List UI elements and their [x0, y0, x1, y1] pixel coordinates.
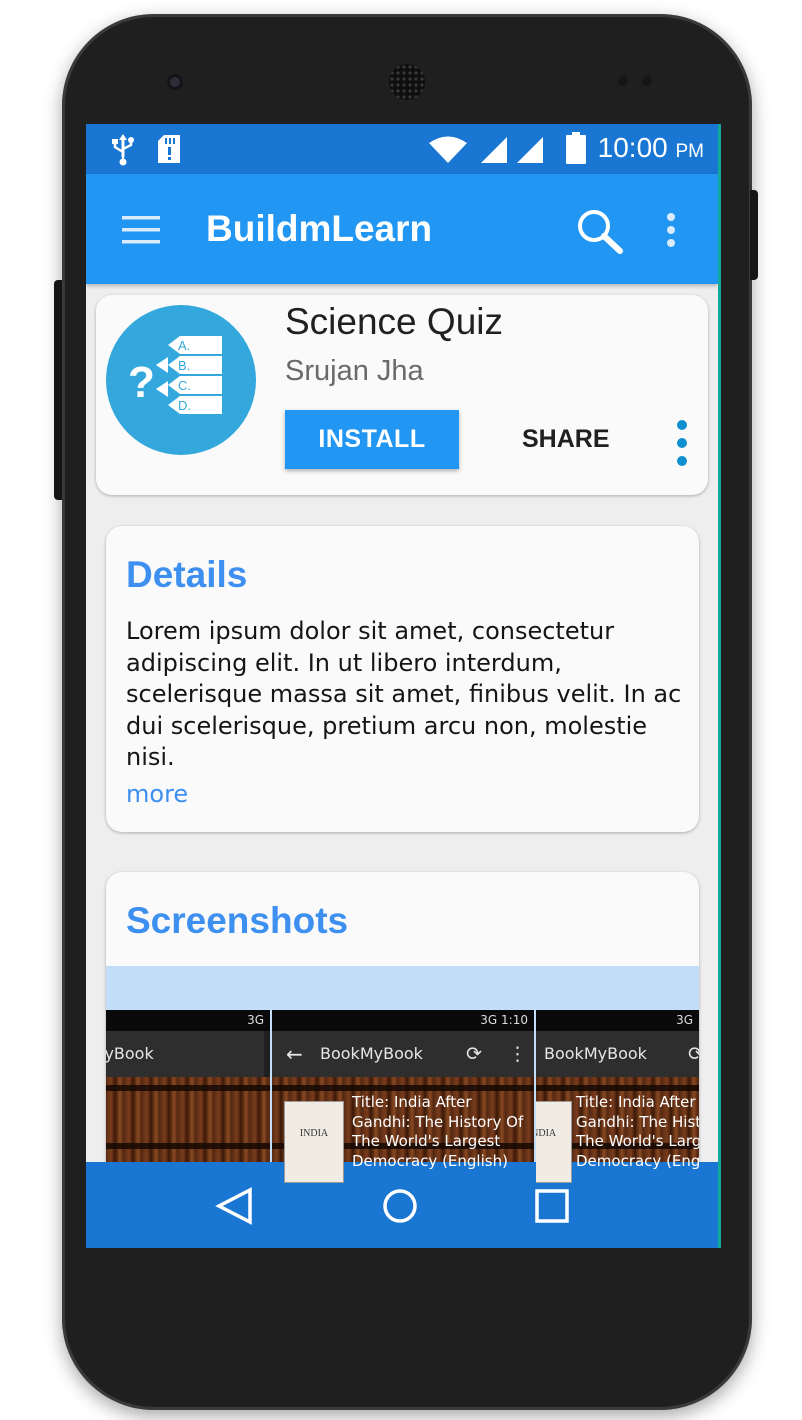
screen: 10:00 PM BuildmLearn ? A. B. C. D. Scien… — [86, 124, 718, 1248]
screenshot-toolbar-title: lyBook — [106, 1044, 154, 1063]
signal-icon — [481, 137, 507, 163]
screenshot-status: 3G — [536, 1010, 699, 1031]
volume-rocker — [54, 280, 62, 500]
logo-label-c: C. — [178, 378, 191, 393]
app-author: Srujan Jha — [285, 355, 424, 387]
logo-label-a: A. — [178, 338, 190, 353]
clock: 10:00 PM — [598, 132, 704, 164]
install-button[interactable]: INSTALL — [285, 410, 459, 469]
book-info-text: Title: India After Gandhi: The Histo The… — [576, 1093, 699, 1170]
clock-ampm: PM — [675, 141, 705, 162]
screen-edge — [718, 124, 721, 1248]
power-button — [750, 190, 758, 280]
proximity-sensor — [618, 76, 628, 86]
sd-card-icon — [158, 135, 180, 163]
navigation-bar — [86, 1162, 718, 1248]
signal-icon — [517, 137, 543, 163]
details-body: Lorem ipsum dolor sit amet, consectetur … — [126, 617, 682, 771]
logo-label-d: D. — [178, 398, 191, 413]
search-icon[interactable] — [576, 208, 624, 254]
screenshot-toolbar: ← BookMyBook ⟳ ⋮ — [272, 1031, 534, 1077]
card-overflow-icon[interactable] — [676, 419, 688, 469]
screenshot-toolbar: lyBook — [106, 1031, 264, 1077]
share-button[interactable]: SHARE — [522, 425, 610, 454]
refresh-icon: ⟳ — [466, 1043, 482, 1065]
svg-text:?: ? — [128, 358, 155, 407]
screenshot-status: 3G — [106, 1010, 270, 1031]
home-icon[interactable] — [381, 1187, 419, 1225]
app-name: Science Quiz — [285, 301, 503, 342]
quiz-logo-icon: ? A. B. C. D. — [128, 336, 222, 414]
screenshot-toolbar-title: BookMyBook — [320, 1044, 423, 1063]
battery-icon — [566, 132, 586, 164]
overflow-menu-icon[interactable] — [664, 212, 678, 248]
clock-time: 10:00 — [597, 132, 668, 163]
logo-label-b: B. — [178, 358, 190, 373]
screenshot-toolbar: BookMyBook ⟳ — [536, 1031, 699, 1077]
more-link[interactable]: more — [126, 780, 188, 808]
refresh-icon: ⟳ — [688, 1043, 699, 1065]
book-cover-image: INDIA — [284, 1101, 344, 1183]
screenshot-status: 3G 1:10 — [272, 1010, 534, 1031]
app-title: BuildmLearn — [206, 208, 433, 249]
book-info-text: Title: India After Gandhi: The History O… — [352, 1093, 524, 1170]
overflow-menu-icon: ⋮ — [508, 1043, 527, 1065]
status-bar: 10:00 PM — [86, 124, 718, 174]
screenshots-title: Screenshots — [126, 900, 349, 941]
details-title: Details — [126, 554, 248, 595]
back-icon[interactable] — [214, 1187, 254, 1225]
app-header-card: ? A. B. C. D. Science Quiz Srujan Jha IN… — [96, 295, 708, 495]
book-cover-image: INDIA — [536, 1101, 572, 1183]
earpiece-speaker — [389, 64, 425, 100]
menu-icon[interactable] — [122, 216, 160, 244]
front-camera — [167, 74, 183, 90]
recents-icon[interactable] — [534, 1187, 570, 1225]
screenshot-toolbar-title: BookMyBook — [544, 1044, 647, 1063]
app-logo: ? A. B. C. D. — [106, 305, 256, 455]
light-sensor — [642, 76, 652, 86]
details-card: Details Lorem ipsum dolor sit amet, cons… — [106, 526, 699, 832]
app-bar: BuildmLearn — [86, 174, 718, 284]
usb-icon — [112, 134, 134, 166]
back-arrow-icon: ← — [286, 1042, 303, 1066]
wifi-icon — [429, 136, 467, 163]
